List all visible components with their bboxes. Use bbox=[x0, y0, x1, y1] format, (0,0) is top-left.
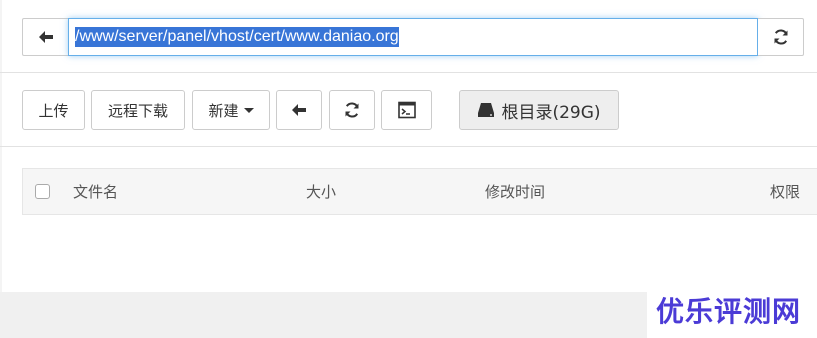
column-header-size[interactable]: 大小 bbox=[306, 169, 336, 216]
remote-download-label: 远程下载 bbox=[107, 101, 168, 120]
watermark: 优乐评测网 bbox=[656, 295, 802, 328]
upload-label: 上传 bbox=[38, 101, 69, 120]
refresh-button[interactable] bbox=[329, 90, 375, 130]
bottom-band bbox=[0, 292, 647, 338]
column-header-modified-time[interactable]: 修改时间 bbox=[485, 169, 545, 216]
new-label: 新建 bbox=[208, 101, 239, 120]
file-table-header: 文件名 大小 修改时间 权限 bbox=[22, 168, 817, 215]
address-refresh-button[interactable] bbox=[758, 18, 804, 56]
caret-down-icon bbox=[243, 107, 254, 113]
back-button[interactable] bbox=[276, 90, 322, 130]
divider bbox=[0, 72, 817, 73]
refresh-icon bbox=[774, 29, 787, 45]
root-directory-button[interactable]: 根目录(29G) bbox=[459, 90, 619, 130]
divider bbox=[0, 146, 817, 147]
hard-drive-icon bbox=[478, 103, 495, 117]
arrow-left-icon bbox=[38, 31, 53, 43]
column-header-permissions[interactable]: 权限 bbox=[770, 169, 800, 216]
arrow-left-icon bbox=[292, 104, 306, 116]
terminal-icon bbox=[397, 101, 416, 119]
select-all-checkbox[interactable] bbox=[35, 184, 50, 199]
address-back-button[interactable] bbox=[22, 18, 68, 56]
new-dropdown-button[interactable]: 新建 bbox=[192, 90, 270, 130]
terminal-button[interactable] bbox=[381, 90, 432, 130]
path-input[interactable]: /www/server/panel/vhost/cert/www.daniao.… bbox=[68, 18, 758, 56]
remote-download-button[interactable]: 远程下载 bbox=[91, 90, 185, 130]
upload-button[interactable]: 上传 bbox=[22, 90, 85, 130]
root-label: 根目录(29G) bbox=[501, 102, 601, 123]
column-header-filename[interactable]: 文件名 bbox=[73, 169, 118, 216]
address-bar: /www/server/panel/vhost/cert/www.daniao.… bbox=[22, 18, 804, 56]
refresh-icon bbox=[345, 102, 359, 118]
path-text: /www/server/panel/vhost/cert/www.daniao.… bbox=[75, 27, 399, 47]
